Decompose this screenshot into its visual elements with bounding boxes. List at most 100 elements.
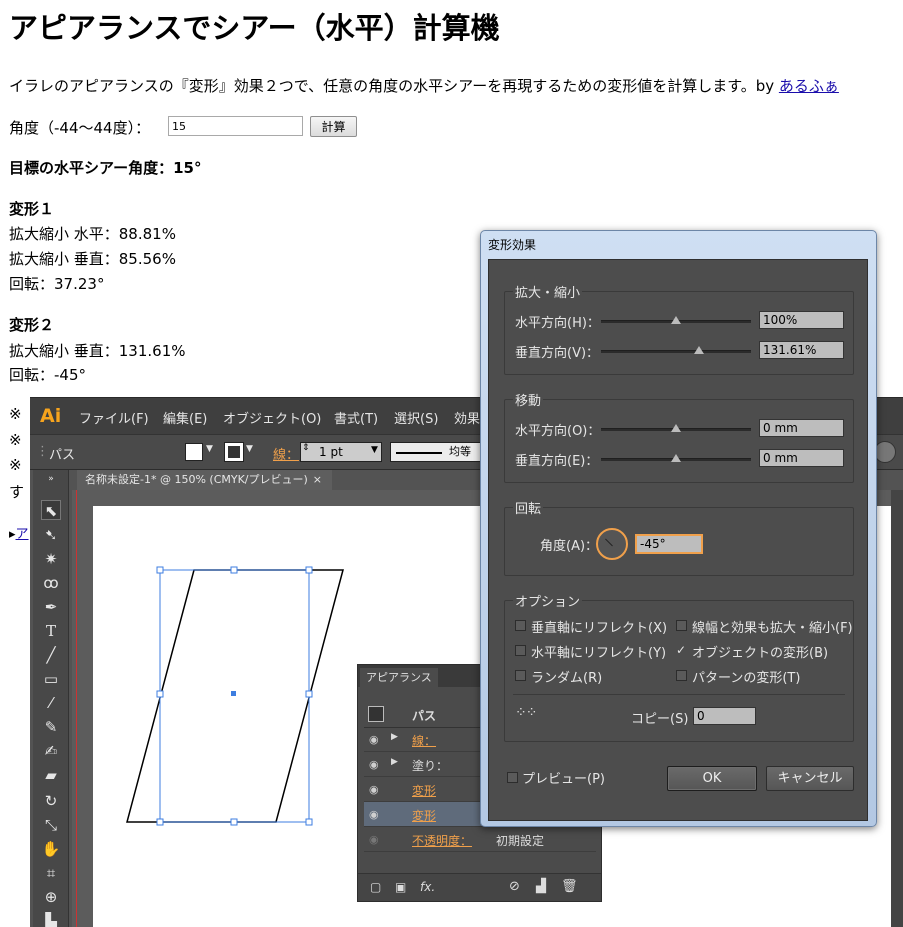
slider-thumb[interactable] [671, 316, 681, 324]
row-label[interactable]: 変形 [412, 782, 436, 799]
eye-icon[interactable]: ◉ [369, 783, 379, 796]
rotate-tool-icon[interactable]: ↻ [41, 791, 61, 811]
handle[interactable] [305, 818, 313, 826]
menu-type[interactable]: 書式(T) [334, 408, 378, 427]
reflect-h-label[interactable]: 水平軸にリフレクト(Y) [531, 642, 666, 661]
row-label[interactable]: 変形 [412, 807, 436, 824]
graph-tool-icon[interactable]: ▙ [41, 911, 61, 927]
new-art-icon[interactable]: ▢ [370, 880, 381, 894]
line-tool-icon[interactable]: ╱ [41, 645, 61, 665]
pen-tool-icon[interactable]: ✒ [41, 597, 61, 617]
type-tool-icon[interactable]: T [41, 621, 61, 641]
lasso-icon[interactable]: ꝏ [41, 573, 61, 593]
tab-appearance[interactable]: アピアランス [360, 668, 438, 687]
blob-brush-icon[interactable]: ✍ [41, 741, 61, 761]
reflect-h-checkbox[interactable] [515, 645, 526, 656]
stroke-label[interactable]: 線： [273, 444, 299, 463]
chevron-down-icon[interactable]: ▼ [206, 444, 213, 454]
pencil-icon[interactable]: ✎ [41, 717, 61, 737]
random-label[interactable]: ランダム(R) [531, 667, 602, 686]
shape-builder-icon[interactable]: ⊕ [41, 887, 61, 907]
move-h-field[interactable]: 0 mm [759, 419, 844, 437]
menu-effect[interactable]: 効果 [454, 408, 480, 427]
transform-objects-checkbox[interactable]: ✓ [676, 644, 687, 656]
menu-file[interactable]: ファイル(F) [79, 408, 149, 427]
random-checkbox[interactable] [515, 670, 526, 681]
direct-selection-tool-icon[interactable]: ➷ [41, 525, 61, 545]
handle[interactable] [156, 690, 164, 698]
collapse-icon[interactable]: » [41, 474, 61, 484]
scale-stroke-checkbox[interactable] [676, 620, 687, 631]
transform-patterns-checkbox[interactable] [676, 670, 687, 681]
scale-v-slider[interactable] [601, 346, 751, 354]
link-fragment[interactable]: ▸ア [9, 523, 29, 542]
close-icon[interactable]: × [313, 470, 322, 490]
stepper-icon[interactable]: ⇕ [302, 443, 310, 453]
move-h-slider[interactable] [601, 424, 751, 432]
magic-wand-icon[interactable]: ✷ [41, 549, 61, 569]
warp-tool-icon[interactable]: ✋ [41, 839, 61, 859]
scale-h-field[interactable]: 100% [759, 311, 844, 329]
trash-icon[interactable]: 🗑 [561, 879, 578, 894]
chevron-down-icon[interactable]: ▼ [246, 444, 253, 454]
reference-point-icon[interactable]: ⁘⁘ [515, 705, 537, 721]
handle[interactable] [305, 566, 313, 574]
link-text[interactable]: ア [16, 527, 29, 542]
eraser-icon[interactable]: ▰ [41, 765, 61, 785]
move-v-field[interactable]: 0 mm [759, 449, 844, 467]
expand-triangle-icon[interactable]: ▶ [391, 757, 398, 767]
paintbrush-icon[interactable]: ⁄ [41, 693, 61, 713]
row-label[interactable]: 不透明度： [412, 832, 472, 849]
stroke-weight-field[interactable]: 1 pt [300, 442, 382, 462]
scale-stroke-label[interactable]: 線幅と効果も拡大・縮小(F) [692, 617, 853, 636]
move-v-slider[interactable] [601, 454, 751, 462]
eye-icon[interactable]: ◉ [369, 808, 379, 821]
menu-select[interactable]: 選択(S) [394, 408, 438, 427]
rectangle-tool-icon[interactable]: ▭ [41, 669, 61, 689]
chevron-down-icon[interactable]: ▼ [371, 445, 378, 455]
eye-icon[interactable]: ◉ [369, 733, 379, 746]
slider-thumb[interactable] [694, 346, 704, 354]
angle-input[interactable] [168, 116, 303, 136]
preview-checkbox[interactable] [507, 772, 518, 783]
menu-edit[interactable]: 編集(E) [163, 408, 207, 427]
reflect-v-label[interactable]: 垂直軸にリフレクト(X) [531, 617, 667, 636]
copies-field[interactable]: 0 [693, 707, 756, 725]
fx-icon[interactable]: fx. [420, 880, 435, 894]
handle[interactable] [230, 818, 238, 826]
reflect-v-checkbox[interactable] [515, 620, 526, 631]
slider-thumb[interactable] [671, 454, 681, 462]
stroke-swatch[interactable] [224, 442, 244, 462]
eye-icon[interactable]: ◉ [369, 833, 379, 846]
clear-icon[interactable]: ⊘ [509, 879, 520, 894]
transform-objects-label[interactable]: オブジェクトの変形(B) [692, 642, 828, 661]
expand-triangle-icon[interactable]: ▶ [391, 732, 398, 742]
angle-field[interactable]: -45° [635, 534, 703, 554]
handle[interactable] [156, 566, 164, 574]
slider-thumb[interactable] [671, 424, 681, 432]
right-scrollbar[interactable] [891, 490, 903, 927]
selection-tool-icon[interactable]: ⬉ [41, 500, 61, 520]
stroke-profile[interactable]: 均等 [390, 442, 482, 462]
handle[interactable] [230, 566, 238, 574]
author-link[interactable]: あるふぁ [779, 77, 839, 95]
scale-v-field[interactable]: 131.61% [759, 341, 844, 359]
document-tab[interactable]: 名称未設定-1* @ 150% (CMYK/プレビュー) × [77, 470, 332, 490]
misc-icon[interactable] [874, 441, 896, 463]
preview-label[interactable]: プレビュー(P) [522, 768, 605, 787]
transform-patterns-label[interactable]: パターンの変形(T) [692, 667, 800, 686]
ok-button[interactable]: OK [667, 766, 757, 791]
rotation-dial-icon[interactable] [596, 528, 628, 560]
row-label[interactable]: 線： [412, 732, 436, 749]
new-stroke-icon[interactable]: ▣ [395, 880, 406, 894]
scale-tool-icon[interactable]: ⤡ [41, 815, 61, 835]
free-transform-icon[interactable]: ⌗ [41, 863, 61, 883]
cancel-button[interactable]: キャンセル [766, 766, 854, 791]
menu-object[interactable]: オブジェクト(O) [223, 408, 321, 427]
artwork[interactable] [120, 560, 360, 830]
eye-icon[interactable]: ◉ [369, 758, 379, 771]
duplicate-icon[interactable]: ▟ [536, 879, 546, 894]
appearance-row-opacity[interactable]: ◉ 不透明度： 初期設定 [364, 827, 596, 852]
scale-h-slider[interactable] [601, 316, 751, 324]
calc-button[interactable]: 計算 [310, 116, 357, 137]
